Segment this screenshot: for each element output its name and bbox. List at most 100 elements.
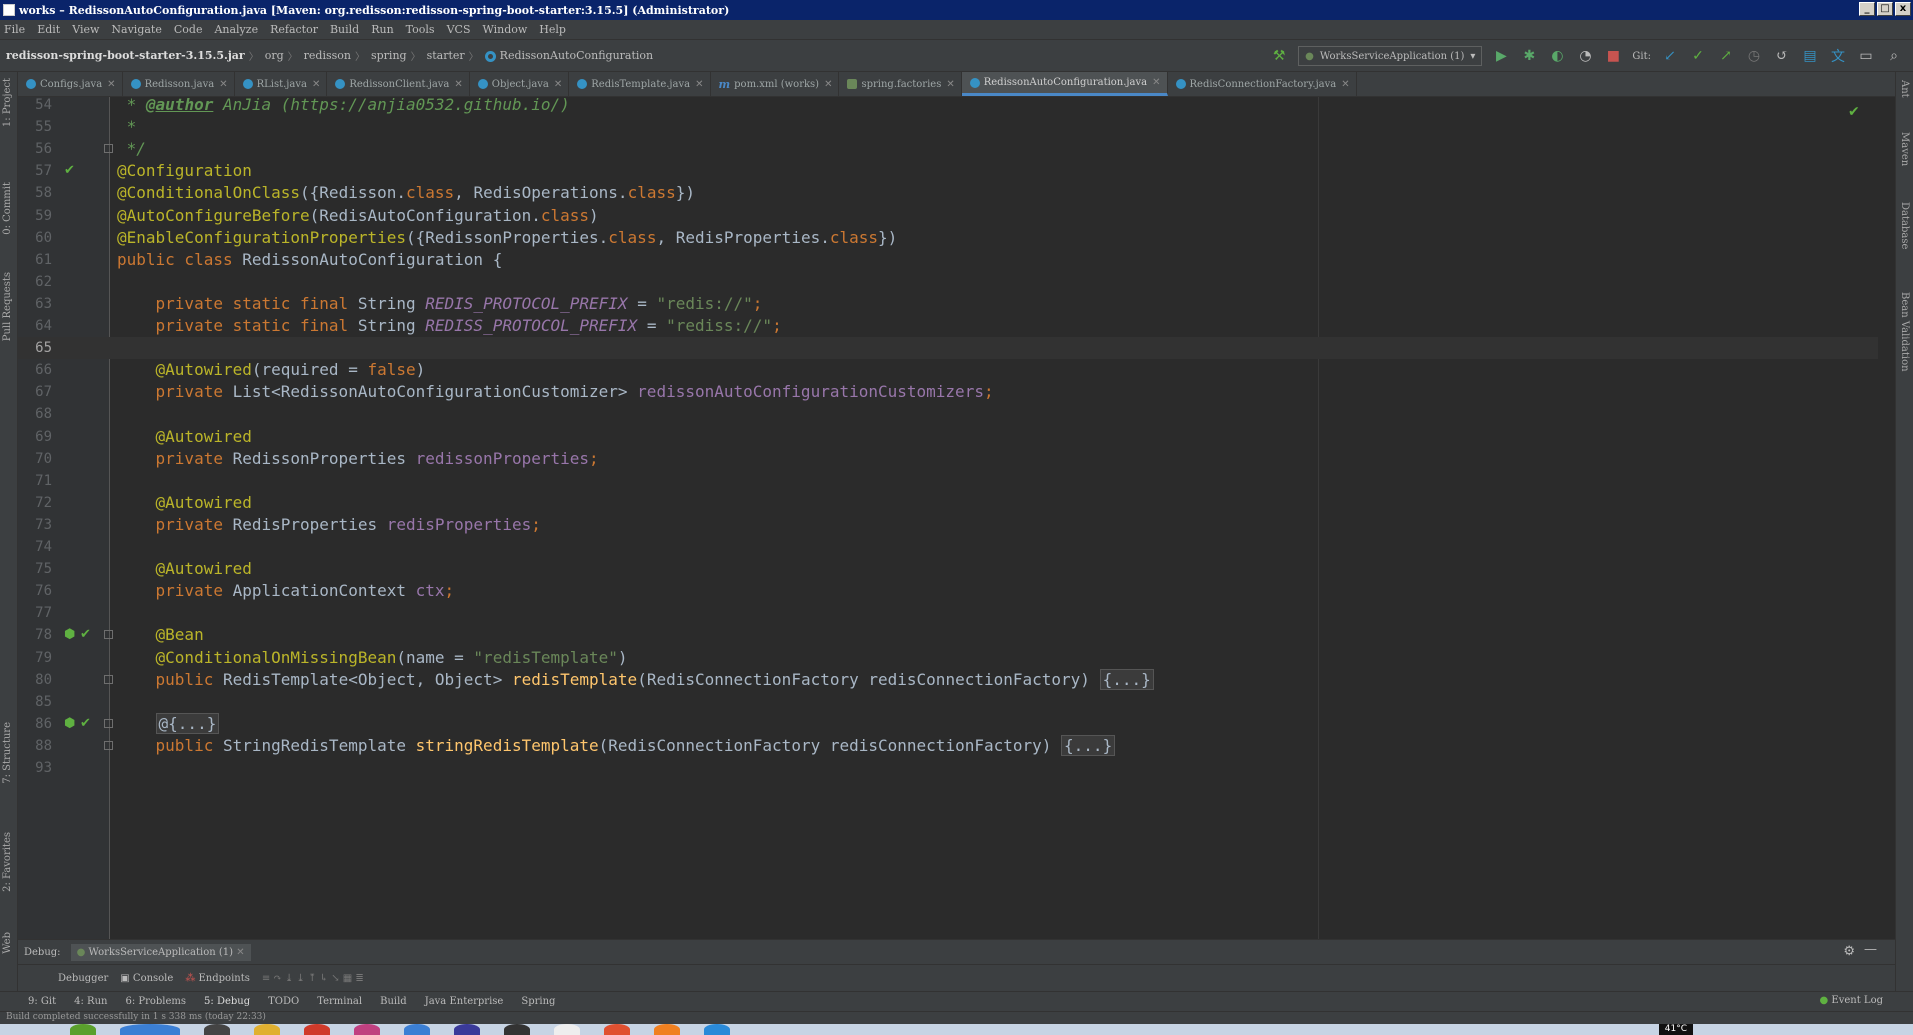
- tab-object[interactable]: Object.java ✕: [470, 72, 570, 96]
- code-text[interactable]: private static final String REDIS_PROTOC…: [117, 293, 763, 315]
- menu-refactor[interactable]: Refactor: [266, 23, 326, 36]
- stop-icon[interactable]: ■: [1604, 47, 1622, 65]
- run-config-dropdown[interactable]: ● WorksServiceApplication (1) ▾: [1298, 46, 1483, 66]
- breadcrumb-jar[interactable]: redisson-spring-boot-starter-3.15.5.jar: [0, 49, 249, 62]
- code-line[interactable]: 65: [18, 337, 1878, 360]
- tool-build[interactable]: Build: [380, 996, 407, 1007]
- code-text[interactable]: @Autowired: [117, 426, 252, 448]
- debug-icon[interactable]: ✱: [1520, 47, 1538, 65]
- close-icon[interactable]: ✕: [219, 79, 227, 90]
- debug-session-tab[interactable]: ● WorksServiceApplication (1) ✕: [70, 943, 251, 961]
- code-line[interactable]: 60 @EnableConfigurationProperties({Rediss…: [18, 227, 1878, 249]
- rollback-icon[interactable]: ↺: [1773, 47, 1791, 65]
- code-text[interactable]: @ConditionalOnMissingBean(name = "redisT…: [117, 647, 628, 669]
- code-line[interactable]: 73 private RedisProperties redisProperti…: [18, 514, 1878, 536]
- search-icon[interactable]: ⌕: [1885, 47, 1903, 65]
- tool-maven[interactable]: Maven: [1899, 132, 1910, 166]
- code-text[interactable]: @Bean: [117, 624, 204, 646]
- maximize-button[interactable]: □: [1877, 2, 1893, 16]
- menu-help[interactable]: Help: [535, 23, 574, 36]
- code-text[interactable]: private RedisProperties redisProperties;: [117, 514, 541, 536]
- tool-todo[interactable]: TODO: [268, 996, 299, 1007]
- tool-terminal[interactable]: Terminal: [317, 996, 362, 1007]
- close-icon[interactable]: ✕: [695, 79, 703, 90]
- code-line[interactable]: 74: [18, 536, 1878, 558]
- code-text[interactable]: @Configuration: [117, 160, 252, 182]
- spring-bean-icon[interactable]: ✔: [64, 163, 78, 178]
- code-line[interactable]: 70 private RedissonProperties redissonPr…: [18, 448, 1878, 470]
- hide-icon[interactable]: —: [1864, 942, 1877, 957]
- code-line[interactable]: 58 @ConditionalOnClass({Redisson.class, R…: [18, 182, 1878, 204]
- taskbar-app-icon[interactable]: [604, 1024, 630, 1035]
- breadcrumb-starter[interactable]: starter: [421, 49, 469, 62]
- tool-git[interactable]: 9: Git: [28, 996, 56, 1007]
- tool-debug[interactable]: 5: Debug: [204, 996, 250, 1007]
- code-line[interactable]: 88 public StringRedisTemplate stringRedi…: [18, 734, 1878, 757]
- folded-code-block[interactable]: {...}: [1099, 668, 1154, 690]
- coverage-icon[interactable]: ◐: [1548, 47, 1566, 65]
- profile-icon[interactable]: ◔: [1576, 47, 1594, 65]
- menu-navigate[interactable]: Navigate: [107, 23, 169, 36]
- code-line[interactable]: 79 @ConditionalOnMissingBean(name = "red…: [18, 647, 1878, 669]
- code-text[interactable]: private ApplicationContext ctx;: [117, 580, 455, 602]
- presentation-icon[interactable]: ▭: [1857, 47, 1875, 65]
- tool-pull-requests[interactable]: Pull Requests: [2, 272, 13, 341]
- taskbar-app-icon[interactable]: [404, 1024, 430, 1035]
- code-line[interactable]: 69 @Autowired: [18, 426, 1878, 448]
- taskbar-app-icon[interactable]: [654, 1024, 680, 1035]
- settings-gear-icon[interactable]: ⚙: [1843, 944, 1855, 959]
- code-line[interactable]: 59 @AutoConfigureBefore(RedisAutoConfigur…: [18, 205, 1878, 227]
- taskbar-app-icon[interactable]: [354, 1024, 380, 1035]
- tool-spring[interactable]: Spring: [521, 996, 555, 1007]
- close-icon[interactable]: ✕: [554, 79, 562, 90]
- spring-bean-navigate-icon[interactable]: ⬢: [64, 627, 78, 642]
- code-text[interactable]: @Autowired: [117, 492, 252, 514]
- tab-redisson-auto-configuration[interactable]: RedissonAutoConfiguration.java ✕: [961, 72, 1168, 96]
- code-line[interactable]: 77: [18, 602, 1878, 624]
- menu-tools[interactable]: Tools: [402, 23, 443, 36]
- close-icon[interactable]: ✕: [312, 79, 320, 90]
- code-line[interactable]: 86 ⬢ ✔ @{...}: [18, 712, 1878, 735]
- code-line[interactable]: 66 @Autowired(required = false): [18, 359, 1878, 381]
- run-icon[interactable]: ▶: [1492, 47, 1510, 65]
- menu-code[interactable]: Code: [170, 23, 211, 36]
- taskbar-app-icon[interactable]: [554, 1024, 580, 1035]
- tab-endpoints[interactable]: ⁂ Endpoints: [185, 973, 250, 984]
- tab-configs[interactable]: Configs.java ✕: [18, 72, 123, 96]
- code-line[interactable]: 54 * @author AnJia (https://anjia0532.gi…: [18, 97, 1878, 116]
- taskbar-app-icon[interactable]: [454, 1024, 480, 1035]
- tab-redissonclient[interactable]: RedissonClient.java ✕: [327, 72, 470, 96]
- menu-analyze[interactable]: Analyze: [210, 23, 266, 36]
- fold-toggle-icon[interactable]: [104, 740, 113, 750]
- tool-project[interactable]: 1: Project: [2, 78, 13, 127]
- close-icon[interactable]: ✕: [236, 947, 244, 958]
- breadcrumb-org[interactable]: org: [259, 49, 288, 62]
- code-line[interactable]: 85: [18, 691, 1878, 713]
- taskbar-app-icon[interactable]: [70, 1024, 96, 1035]
- code-text[interactable]: @ConditionalOnClass({Redisson.class, Red…: [117, 182, 695, 204]
- code-text[interactable]: private RedissonProperties redissonPrope…: [117, 448, 599, 470]
- code-text[interactable]: * @author AnJia (https://anjia0532.githu…: [117, 97, 570, 116]
- code-text[interactable]: */: [117, 138, 146, 160]
- tab-console[interactable]: ▣ Console: [120, 973, 173, 984]
- history-icon[interactable]: ◷: [1745, 47, 1763, 65]
- fold-toggle-icon[interactable]: [104, 718, 113, 728]
- tool-structure[interactable]: 7: Structure: [2, 722, 13, 784]
- tab-redis-connection-factory[interactable]: RedisConnectionFactory.java ✕: [1168, 72, 1357, 96]
- code-line[interactable]: 71: [18, 470, 1878, 492]
- taskbar-app-icon[interactable]: [204, 1024, 230, 1035]
- spring-bean-icon[interactable]: ✔: [80, 716, 94, 731]
- close-icon[interactable]: ✕: [454, 79, 462, 90]
- breadcrumb-file[interactable]: RedissonAutoConfiguration: [479, 49, 657, 62]
- taskbar-app-icon[interactable]: [304, 1024, 330, 1035]
- menu-view[interactable]: View: [68, 23, 107, 36]
- code-text[interactable]: private List<RedissonAutoConfigurationCu…: [117, 381, 994, 403]
- tab-redistemplate[interactable]: RedisTemplate.java ✕: [569, 72, 711, 96]
- taskbar-app-icon[interactable]: [120, 1024, 180, 1035]
- menu-vcs[interactable]: VCS: [443, 23, 479, 36]
- code-line[interactable]: 68: [18, 403, 1878, 425]
- close-button[interactable]: x: [1895, 2, 1911, 16]
- close-icon[interactable]: ✕: [1152, 77, 1160, 88]
- folded-code-block[interactable]: @{...}: [155, 712, 220, 734]
- tool-java-enterprise[interactable]: Java Enterprise: [425, 996, 504, 1007]
